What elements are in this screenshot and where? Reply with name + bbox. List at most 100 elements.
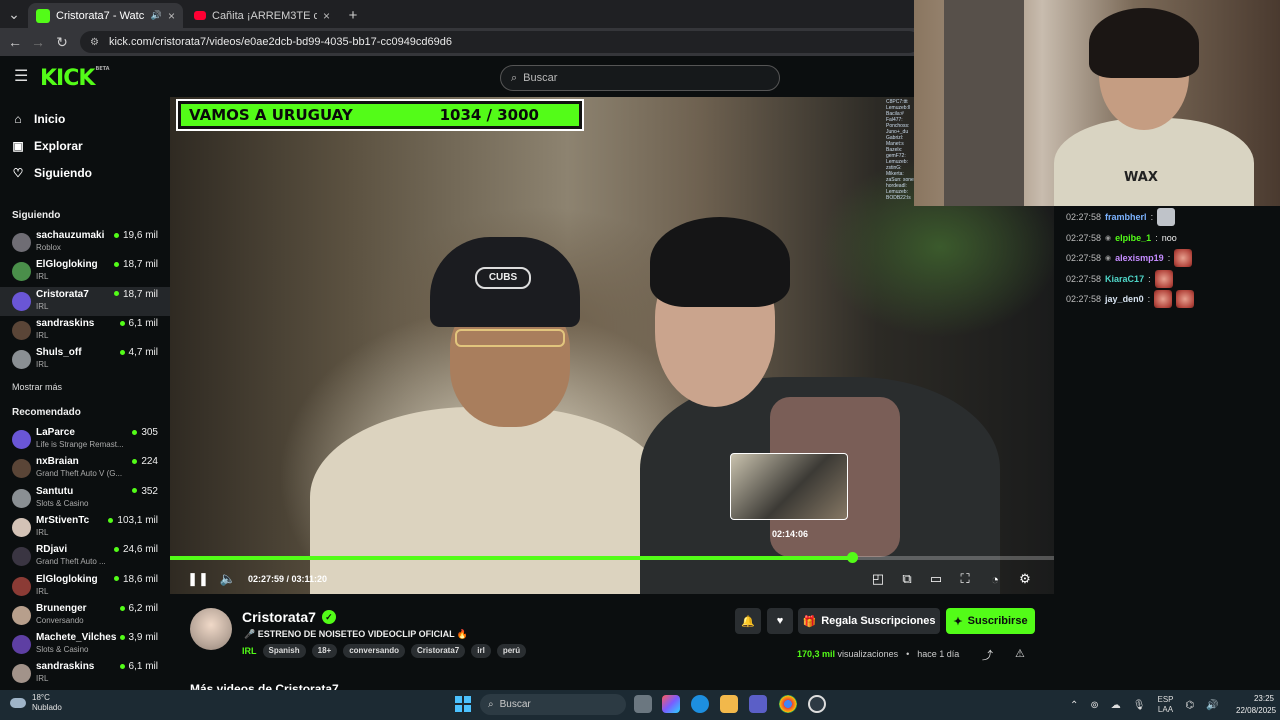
clip-icon[interactable]: ⧉ (897, 569, 917, 589)
chat-username[interactable]: jay_den0 (1105, 294, 1144, 304)
tag-pill[interactable]: conversando (343, 644, 405, 658)
report-icon[interactable]: ⚠ (1015, 647, 1025, 660)
sidebar-channel-item[interactable]: Cristorata7 IRL 18,7 mil (0, 286, 170, 316)
site-info-icon[interactable]: ⚙ (90, 37, 99, 48)
new-tab-button[interactable]: + (341, 1, 365, 29)
tab-close-icon[interactable]: × (323, 9, 330, 23)
playback-speed-icon[interactable]: ◔ (985, 569, 1005, 589)
reload-icon[interactable]: ↻ (50, 28, 74, 56)
upload-date: hace 1 día (917, 649, 960, 659)
weather-widget[interactable]: 18°C Nublado (10, 693, 62, 713)
recommended-heading: Recomendado (12, 407, 81, 418)
emote-icon (1157, 208, 1176, 226)
tag-pill[interactable]: irl (471, 644, 491, 658)
app-icon[interactable] (808, 695, 826, 713)
channel-name[interactable]: Cristorata7 ✓ (242, 609, 336, 625)
sidebar-channel-item[interactable]: Santutu Slots & Casino 352 (0, 484, 170, 513)
menu-icon[interactable]: ☰ (14, 69, 28, 85)
chat-username[interactable]: alexismp19 (1115, 253, 1164, 263)
viewer-count: 24,6 mil (114, 544, 158, 555)
weather-condition: Nublado (32, 703, 62, 712)
sidebar-channel-item[interactable]: Machete_Vilches Slots & Casino 3,9 mil (0, 630, 170, 659)
chrome-icon[interactable] (779, 695, 797, 713)
tag-pill[interactable]: 18+ (311, 644, 338, 658)
sidebar-channel-item[interactable]: sandraskins IRL 6,1 mil (0, 659, 170, 688)
network-icon[interactable]: ⌬ (1186, 700, 1195, 711)
sidebar-channel-item[interactable]: LaParce Life is Strange Remast... 305 (0, 425, 170, 454)
sidebar-channel-item[interactable]: RDjavi Grand Theft Auto ... 24,6 mil (0, 542, 170, 571)
channel-category: IRL (36, 330, 49, 340)
theater-mode-icon[interactable]: ▭ (926, 569, 946, 589)
miniplayer-icon[interactable]: ◰ (868, 569, 888, 589)
windows-start-icon[interactable] (455, 696, 471, 712)
search-input[interactable]: ⌕ Buscar (500, 65, 780, 91)
teams-icon[interactable] (749, 695, 767, 713)
tab-youtube[interactable]: Cañita ¡ARREM3TE contr × (186, 3, 338, 28)
search-icon: ⌕ (488, 699, 494, 710)
fullscreen-icon[interactable]: ⛶ (955, 569, 975, 589)
seek-bar[interactable] (170, 552, 1054, 563)
channel-name: LaParce (36, 427, 75, 438)
tag-pill[interactable]: Cristorata7 (411, 644, 466, 658)
sidebar-channel-item[interactable]: Shuls_off IRL 4,7 mil (0, 345, 170, 374)
tab-search-button[interactable]: ⌄ (2, 0, 26, 28)
clock[interactable]: 23:25 22/08/2025 (1236, 693, 1276, 717)
language-indicator[interactable]: ESP LAA (1157, 695, 1173, 715)
viewer-count: 6,1 mil (120, 661, 158, 672)
nav-label: Explorar (34, 139, 83, 153)
category-link[interactable]: IRL (242, 646, 257, 656)
copilot-icon[interactable] (662, 695, 680, 713)
forward-icon[interactable]: → (26, 28, 50, 56)
sidebar-channel-item[interactable]: sachauzumaki Roblox 19,6 mil (0, 228, 170, 257)
tab-kick[interactable]: Cristorata7 - Watch the VO 🔊 × (28, 3, 183, 28)
nav-following[interactable]: ♡ Siguiendo (12, 160, 92, 186)
nav-explore[interactable]: ▣ Explorar (12, 133, 83, 159)
chat-username[interactable]: KiaraC17 (1105, 274, 1144, 284)
follow-heart-icon[interactable]: ♥ (767, 608, 793, 634)
gift-subs-button[interactable]: 🎁 Regala Suscripciones (798, 608, 940, 634)
speaker-icon[interactable]: 🔊 (151, 10, 162, 21)
subscribe-button[interactable]: ✦ Suscribirse (946, 608, 1035, 634)
viewer-count: 224 (132, 456, 158, 467)
sidebar-channel-item[interactable]: ElGlogloking IRL 18,7 mil (0, 257, 170, 286)
sidebar-channel-item[interactable]: Brunenger Conversando 6,2 mil (0, 601, 170, 630)
channel-avatar (12, 430, 31, 449)
viewer-count: 305 (132, 427, 158, 438)
file-explorer-icon[interactable] (720, 695, 738, 713)
onedrive-icon[interactable]: ☁ (1111, 700, 1121, 711)
kick-logo[interactable]: KICKBETA (40, 66, 110, 91)
show-more-link[interactable]: Mostrar más (12, 382, 62, 392)
edge-icon[interactable] (691, 695, 709, 713)
microphone-icon[interactable]: 🎙 (1133, 700, 1146, 711)
share-icon[interactable]: ⤴ (982, 647, 993, 663)
nav-home[interactable]: ⌂ Inicio (12, 106, 65, 132)
chevron-up-icon[interactable]: ⌃ (1070, 700, 1078, 711)
volume-icon[interactable]: 🔈 (218, 569, 238, 589)
emote-icon (1154, 269, 1173, 288)
sidebar-channel-item[interactable]: ElGlogloking IRL 18,6 mil (0, 572, 170, 601)
settings-gear-icon[interactable]: ⚙ (1015, 569, 1035, 589)
channel-name: Brunenger (36, 602, 87, 614)
sidebar-channel-item[interactable]: sandraskins IRL 6,1 mil (0, 316, 170, 345)
task-view-icon[interactable] (634, 695, 652, 713)
chat-username[interactable]: elpibe_1 (1115, 233, 1151, 243)
tag-pill[interactable]: perú (496, 644, 527, 658)
chat-username[interactable]: frambherl (1105, 212, 1147, 222)
channel-category: Roblox (36, 243, 61, 252)
speaker-icon[interactable]: 🔊 (1206, 700, 1218, 711)
taskbar-search[interactable]: ⌕ Buscar (480, 694, 626, 715)
tab-close-icon[interactable]: × (168, 9, 175, 23)
viewer-count: 18,7 mil (114, 259, 158, 270)
tag-pill[interactable]: Spanish (262, 644, 306, 658)
emote-icon (1154, 290, 1173, 309)
channel-avatar[interactable] (190, 608, 232, 650)
sidebar-channel-item[interactable]: nxBraian Grand Theft Auto V (G... 224 (0, 454, 170, 483)
back-icon[interactable]: ← (3, 28, 27, 56)
seek-progress (170, 556, 853, 560)
tag-list: IRL Spanish 18+ conversando Cristorata7 irl p… (242, 644, 527, 658)
notification-bell-icon[interactable]: 🔔 (735, 608, 761, 634)
sidebar-channel-item[interactable]: MrStivenTc IRL 103,1 mil (0, 513, 170, 542)
pause-icon[interactable]: ❚❚ (187, 569, 209, 589)
url-field[interactable]: ⚙ kick.com/cristorata7/videos/e0ae2dcb-b… (80, 31, 920, 53)
sync-icon[interactable]: ⊚ (1090, 700, 1098, 711)
